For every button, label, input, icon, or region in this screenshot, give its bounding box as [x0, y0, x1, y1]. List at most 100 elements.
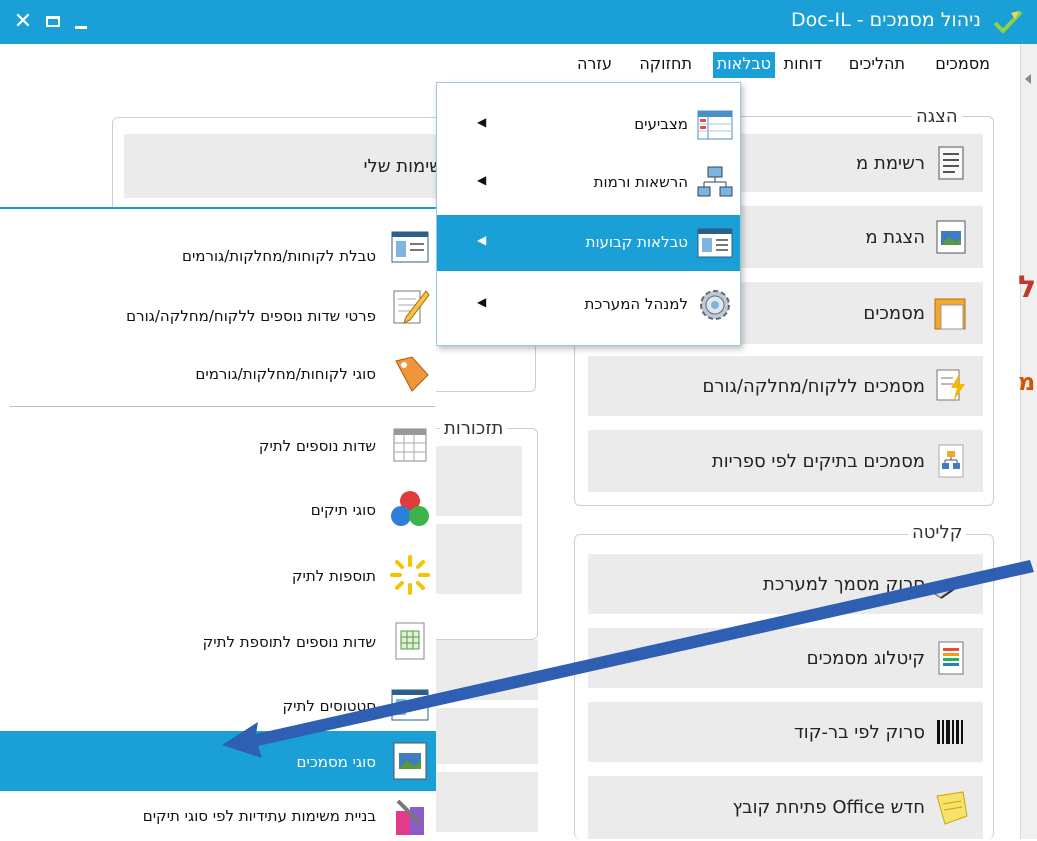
tile-label: סרוק מסמך למערכת [763, 573, 925, 595]
document-list-icon [938, 146, 964, 180]
tables-dropdown-menu: מצביעים ◀ הרשאות ורמות ◀ טבלאות קבועות ◀ [436, 82, 741, 346]
form-window-icon [391, 689, 429, 721]
notepad-pencil-icon [393, 290, 430, 324]
submenu-separator [10, 406, 435, 407]
tile-catalog-documents[interactable]: קיטלוג מסמכים [588, 628, 983, 688]
menuitem-label: מצביעים [634, 115, 688, 133]
title-bar: ✕ ניהול מסמכים - Doc-IL [0, 0, 1037, 44]
spreadsheet-icon [393, 428, 427, 462]
document-lightning-icon [936, 369, 965, 402]
submenu-item-label: סוגי תיקים [310, 501, 376, 519]
maximize-button[interactable] [40, 8, 66, 34]
minimize-button[interactable] [68, 8, 94, 34]
tile-label: קיטלוג מסמכים [806, 647, 925, 669]
network-computers-icon [697, 166, 733, 197]
tile-hidden-1[interactable] [430, 640, 538, 700]
tile-reminders-1[interactable] [430, 446, 522, 516]
submenu-item-folder-additions[interactable]: תוספות לתיק [0, 545, 436, 607]
tile-reminders-2[interactable] [430, 524, 522, 594]
submenu-item-label: פרטי שדות נוספים ללקוח/מחלקה/גורם [126, 307, 376, 325]
image-document-icon [936, 220, 966, 254]
menu-documents[interactable]: מסמכים [931, 52, 994, 78]
tools-icon [396, 799, 424, 835]
tile-label: חדש Office פתיחת קובץ [732, 797, 925, 818]
tag-icon [395, 356, 429, 392]
menuitem-system-admin[interactable]: למנהל המערכת ◀ [437, 277, 740, 333]
menu-tables[interactable]: טבלאות [712, 52, 775, 78]
submenu-arrow-icon: ◀ [477, 115, 487, 129]
menuitem-pointers[interactable]: מצביעים ◀ [437, 97, 740, 153]
submenu-item-label: סוגי מסמכים [296, 753, 376, 771]
submenu-item-label: בניית משימות עתידיות לפי סוגי תיקים [142, 807, 376, 825]
sticky-note-icon [936, 790, 968, 825]
menuitem-permissions-levels[interactable]: הרשאות ורמות ◀ [437, 155, 740, 211]
menuitem-label: למנהל המערכת [584, 295, 688, 313]
tile-label: מסמכים בתיקים לפי ספריות [711, 450, 925, 472]
menu-reports[interactable]: דוחות [780, 52, 826, 78]
tile-hidden-2[interactable] [430, 708, 538, 764]
edge-text-fragment: מ [1018, 368, 1036, 396]
gear-icon [700, 290, 730, 320]
submenu-arrow-icon: ◀ [477, 233, 487, 247]
form-window-icon [391, 231, 429, 263]
menuitem-label: טבלאות קבועות [585, 233, 688, 251]
form-window-icon [697, 228, 733, 258]
submenu-item-label: סוגי לקוחות/מחלקות/גורמים [195, 365, 376, 383]
minimize-icon [75, 25, 87, 29]
org-chart-document-icon [938, 444, 964, 478]
display-group-label: הצגה [912, 106, 962, 127]
barcode-icon [937, 720, 963, 744]
window-title: ניהול מסמכים - Doc-IL [790, 9, 981, 31]
table-grid-icon [697, 110, 733, 140]
fixed-tables-submenu: טבלת לקוחות/מחלקות/גורמים פרטי שדות נוספ… [0, 207, 436, 839]
edge-text-fragment: ל [1018, 270, 1037, 305]
tile-scan-by-barcode[interactable]: סרוק לפי בר-קוד [588, 702, 983, 762]
tile-label: מסמכים [863, 302, 925, 324]
submenu-item-folder-statuses[interactable]: סטטוסים לתיק [0, 675, 436, 735]
menuitem-fixed-tables[interactable]: טבלאות קבועות ◀ [437, 215, 740, 271]
submenu-item-label: טבלת לקוחות/מחלקות/גורמים [182, 247, 376, 265]
tile-label: סרוק לפי בר-קוד [793, 721, 925, 743]
tile-documents-per-client[interactable]: מסמכים ללקוח/מחלקה/גורם [588, 356, 983, 416]
submenu-item-label: שדות נוספים לתיק [258, 437, 376, 455]
submenu-item-extra-addition-fields[interactable]: שדות נוספים לתוספת לתיק [0, 611, 436, 673]
close-button[interactable]: ✕ [10, 8, 36, 34]
submenu-item-folder-types[interactable]: סוגי תיקים [0, 479, 436, 541]
tile-label: רשימת מ [856, 152, 925, 174]
tile-new-office-file[interactable]: חדש Office פתיחת קובץ [588, 776, 983, 839]
menu-help[interactable]: עזרה [573, 52, 616, 78]
tile-documents-by-folders[interactable]: מסמכים בתיקים לפי ספריות [588, 430, 983, 492]
intake-group-label: קליטה [908, 522, 967, 543]
menu-maintenance[interactable]: תחזוקה [635, 52, 696, 78]
menu-bar: מסמכים תהליכים דוחות טבלאות תחזוקה עזרה [0, 44, 1037, 84]
menuitem-label: הרשאות ורמות [593, 173, 688, 191]
submenu-item-extra-folder-fields[interactable]: שדות נוספים לתיק [0, 415, 436, 477]
menu-processes[interactable]: תהליכים [845, 52, 909, 78]
maximize-icon [46, 15, 60, 27]
image-document-icon [393, 742, 427, 780]
tile-label: מסמכים ללקוח/מחלקה/גורם [702, 375, 925, 397]
submenu-item-label: תוספות לתיק [291, 567, 376, 585]
checkmark-quill-icon [993, 10, 1023, 34]
tile-scan-document[interactable]: סרוק מסמך למערכת [588, 554, 983, 614]
submenu-item-label: סטטוסים לתיק [282, 697, 376, 715]
submenu-arrow-icon: ◀ [477, 173, 487, 187]
colored-balls-icon [391, 491, 429, 526]
side-scroll-strip [1020, 44, 1037, 839]
grid-document-icon [395, 622, 425, 660]
submenu-item-document-types[interactable]: סוגי מסמכים [0, 731, 436, 791]
tile-label: הצגת מ [865, 226, 925, 248]
submenu-arrow-icon: ◀ [477, 295, 487, 309]
folder-document-icon [934, 298, 966, 330]
sparkle-icon [390, 555, 430, 595]
submenu-item-future-tasks[interactable]: בניית משימות עתידיות לפי סוגי תיקים [0, 793, 436, 841]
scanner-icon [934, 575, 968, 599]
collapse-arrow-icon[interactable] [1025, 74, 1031, 84]
reminders-group-label: תזכורות [440, 418, 508, 439]
close-icon: ✕ [13, 8, 33, 34]
submenu-item-extra-client-fields[interactable]: פרטי שדות נוספים ללקוח/מחלקה/גורם [0, 279, 436, 339]
submenu-item-client-types[interactable]: סוגי לקוחות/מחלקות/גורמים [0, 345, 436, 401]
submenu-item-label: שדות נוספים לתוספת לתיק [202, 633, 376, 651]
tile-hidden-3[interactable] [430, 772, 538, 832]
submenu-item-clients-table[interactable]: טבלת לקוחות/מחלקות/גורמים [0, 219, 436, 275]
